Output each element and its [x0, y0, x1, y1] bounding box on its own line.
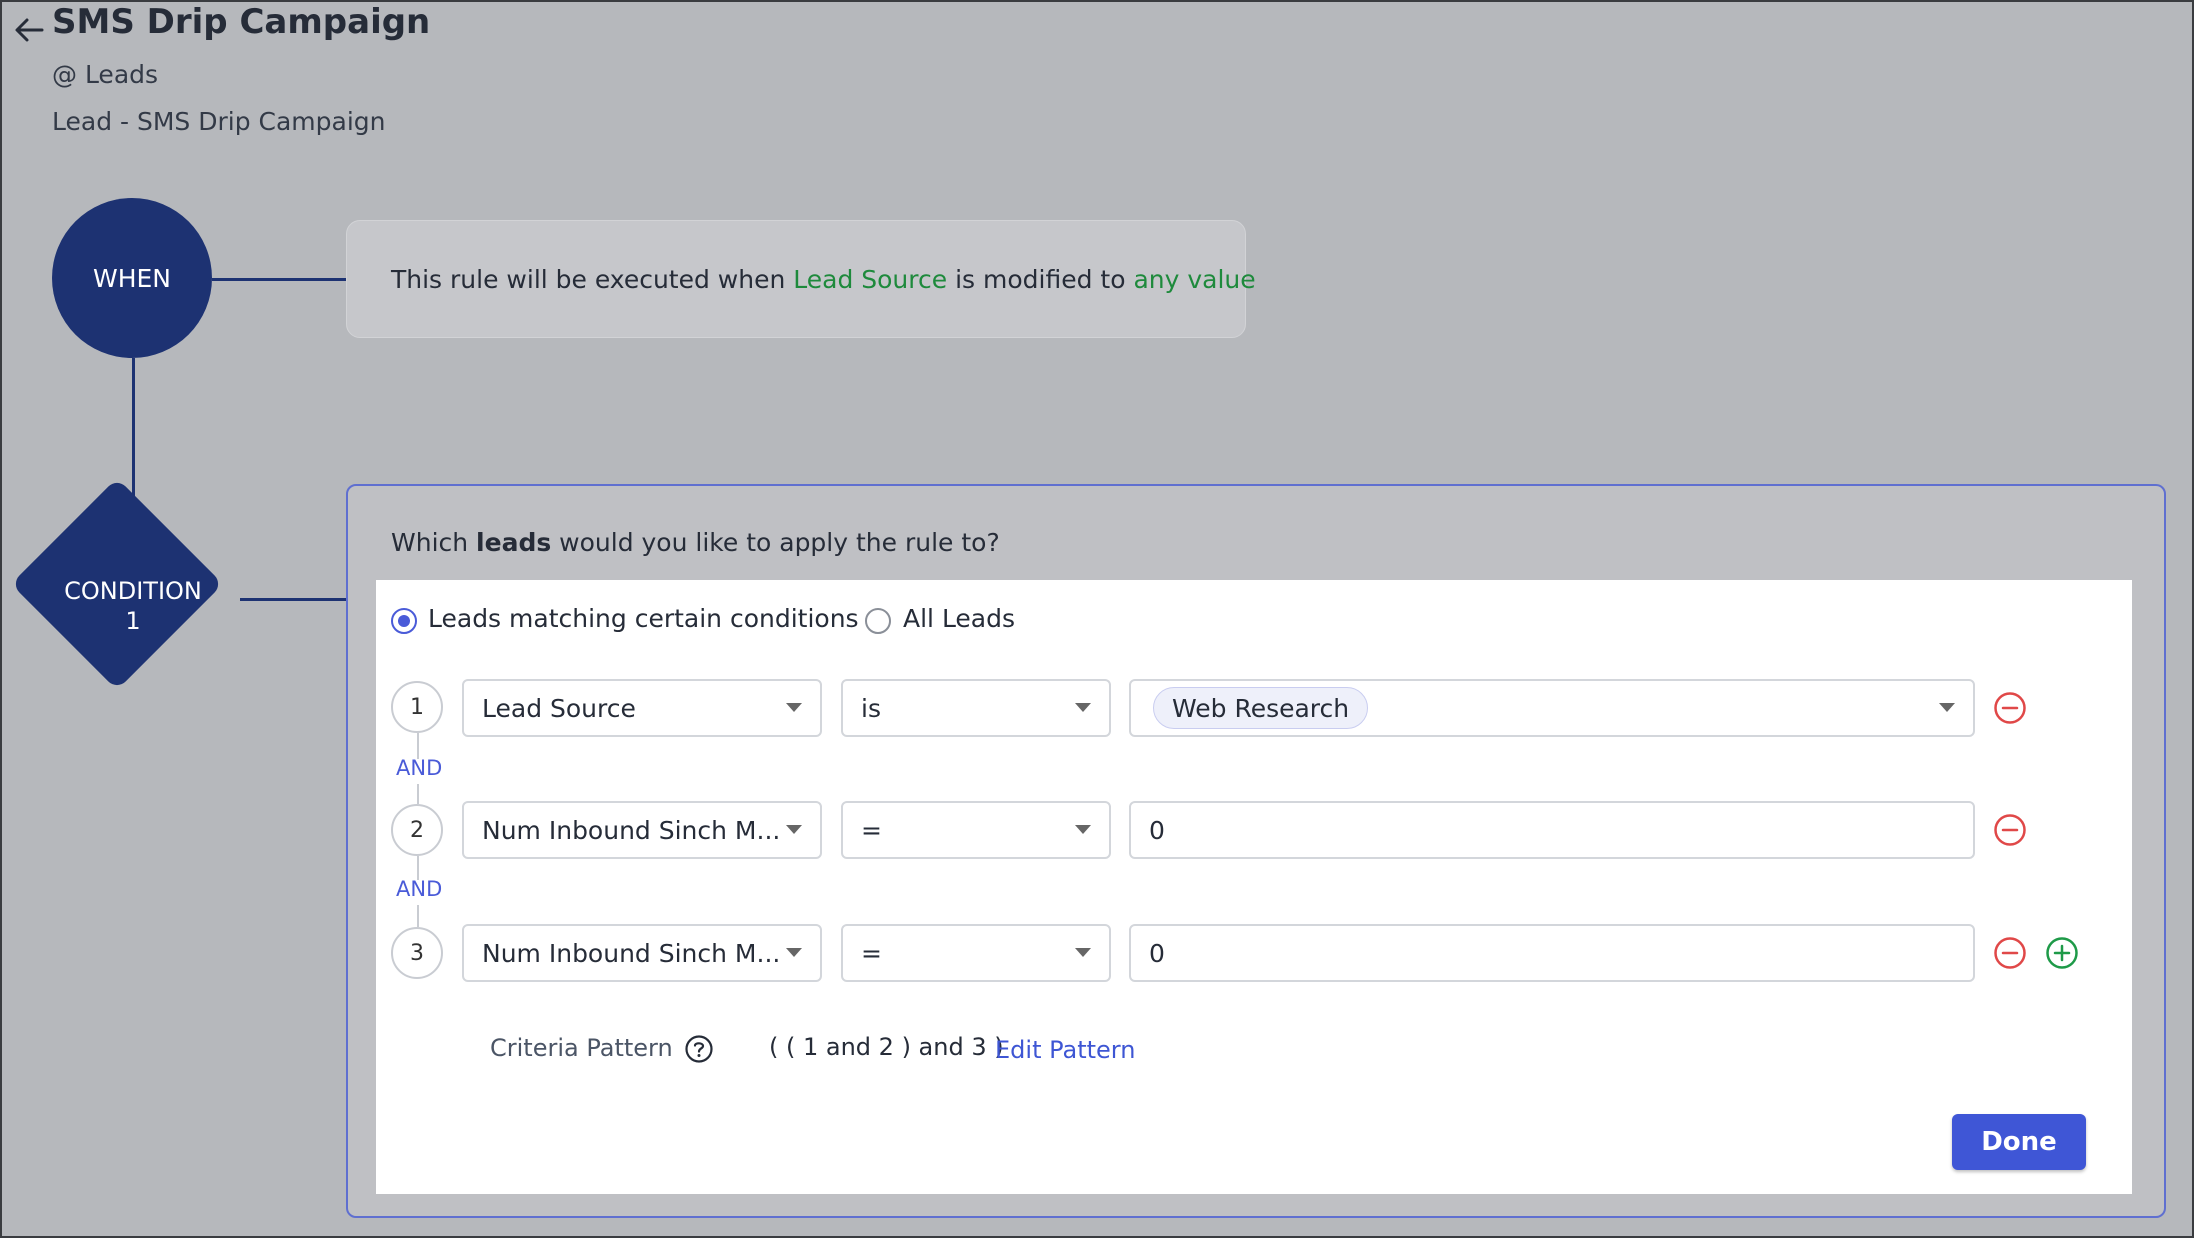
when-node: WHEN — [52, 198, 212, 358]
condition-row-2-number: 2 — [391, 804, 443, 856]
back-arrow-icon[interactable] — [10, 10, 50, 50]
condition-connector-line — [240, 598, 346, 601]
add-condition-icon[interactable] — [2045, 936, 2079, 970]
when-card[interactable]: This rule will be executed when Lead Sou… — [346, 220, 1256, 338]
row-3-operator-value: = — [861, 938, 882, 968]
condition-node-label: CONDITION 1 — [33, 576, 233, 636]
row-1-operator-value: is — [861, 693, 881, 723]
condition-row-1-field-select[interactable]: Lead Source — [462, 679, 822, 737]
row-3-field-value: Num Inbound Sinch M... — [482, 938, 781, 968]
when-trigger-field: Lead Source — [793, 264, 948, 294]
page-title: SMS Drip Campaign — [52, 2, 431, 42]
condition-question: Which leads would you like to apply the … — [391, 528, 1000, 557]
chevron-down-icon — [786, 948, 802, 957]
condition-row-3-field-select[interactable]: Num Inbound Sinch M... — [462, 924, 822, 982]
radio-matching-conditions[interactable] — [391, 608, 417, 634]
remove-condition-icon[interactable] — [1993, 936, 2027, 970]
chevron-down-icon — [1075, 825, 1091, 834]
condition-row-3-number: 3 — [391, 927, 443, 979]
chevron-down-icon — [786, 825, 802, 834]
chevron-down-icon — [786, 703, 802, 712]
radio-all-leads-label[interactable]: All Leads — [903, 604, 1015, 633]
chevron-down-icon — [1075, 703, 1091, 712]
question-before: Which — [391, 528, 477, 557]
edit-pattern-link[interactable]: Edit Pattern — [995, 1036, 1135, 1064]
row-3-value: 0 — [1149, 938, 1165, 968]
rule-name: Lead - SMS Drip Campaign — [52, 107, 386, 136]
value-chip[interactable]: Web Research — [1153, 687, 1369, 729]
value-chip-label: Web Research — [1172, 693, 1350, 723]
when-trigger-value: any value — [1133, 264, 1256, 294]
criteria-pattern-label: Criteria Pattern — [490, 1034, 673, 1062]
and-connector-label: AND — [396, 877, 443, 901]
when-text-before: This rule will be executed when — [391, 264, 794, 294]
remove-condition-icon[interactable] — [1993, 691, 2027, 725]
condition-row-1-number: 1 — [391, 681, 443, 733]
and-connector-label: AND — [396, 756, 443, 780]
condition-row-2-operator-select[interactable]: = — [841, 801, 1111, 859]
when-text-middle: is modified to — [947, 264, 1134, 294]
condition-row-1-operator-select[interactable]: is — [841, 679, 1111, 737]
row-1-field-value: Lead Source — [482, 693, 636, 723]
when-connector-line — [212, 278, 346, 281]
radio-all-leads[interactable] — [865, 608, 891, 634]
module-name: @ Leads — [52, 60, 159, 89]
condition-row-2-field-select[interactable]: Num Inbound Sinch M... — [462, 801, 822, 859]
condition-editor — [376, 580, 2132, 1194]
condition-row-3-operator-select[interactable]: = — [841, 924, 1111, 982]
chevron-down-icon — [1075, 948, 1091, 957]
condition-node-label-line2: 1 — [125, 607, 141, 635]
condition-row-1-value-select[interactable]: Web Research — [1129, 679, 1975, 737]
row-2-field-value: Num Inbound Sinch M... — [482, 815, 781, 845]
row-2-operator-value: = — [861, 815, 882, 845]
and-connector-line — [417, 905, 419, 927]
and-connector-line — [417, 784, 419, 804]
condition-row-2-value-input[interactable]: 0 — [1129, 801, 1975, 859]
chevron-down-icon — [1939, 703, 1955, 712]
criteria-pattern-value: ( ( 1 and 2 ) and 3 ) — [769, 1033, 1004, 1061]
done-button[interactable]: Done — [1952, 1114, 2086, 1170]
when-node-label: WHEN — [92, 263, 171, 293]
condition-row-3-value-input[interactable]: 0 — [1129, 924, 1975, 982]
remove-condition-icon[interactable] — [1993, 813, 2027, 847]
question-after: would you like to apply the rule to? — [551, 528, 1000, 557]
vertical-connector-line — [132, 358, 135, 498]
help-icon[interactable] — [684, 1034, 714, 1064]
condition-node-label-line1: CONDITION — [64, 577, 202, 605]
radio-matching-conditions-label[interactable]: Leads matching certain conditions — [428, 604, 859, 633]
question-bold: leads — [476, 528, 552, 557]
row-2-value: 0 — [1149, 815, 1165, 845]
